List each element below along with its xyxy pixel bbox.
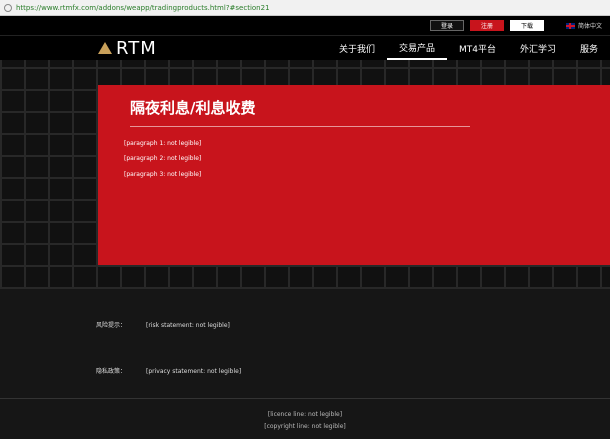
language-label: 简体中文 [577, 23, 602, 30]
nav-mt4[interactable]: MT4平台 [447, 36, 508, 60]
main-navbar: RTM 关于我们 交易产品 MT4平台 外汇学习 服务 [0, 35, 610, 60]
privacy-row: 隐私政策： [privacy statement: not legible] [96, 367, 606, 376]
page-title: 隔夜利息/利息收费 [130, 97, 470, 127]
nav-forex-learning[interactable]: 外汇学习 [508, 36, 568, 60]
license-text: [licence line: not legible] [267, 411, 343, 418]
risk-text: [risk statement: not legible] [146, 322, 230, 329]
content-panel: 隔夜利息/利息收费 [paragraph 1: not legible] [pa… [98, 85, 610, 265]
nav-trading-products[interactable]: 交易产品 [386, 36, 447, 60]
register-button[interactable]: 注册 [469, 20, 504, 31]
footer: 风险提示： [risk statement: not legible] 隐私政策… [0, 289, 610, 439]
risk-row: 风险提示： [risk statement: not legible] [96, 321, 606, 330]
browser-address-bar: https://www.rtmfx.com/addons/weapp/tradi… [0, 0, 610, 16]
nav-about[interactable]: 关于我们 [327, 36, 387, 60]
copyright-text: [copyright line: not legible] [264, 423, 346, 430]
paragraph-1: [paragraph 1: not legible] [124, 140, 202, 147]
download-button[interactable]: 下载 [509, 20, 544, 31]
risk-label: 风险提示： [96, 322, 127, 329]
logo[interactable]: RTM [98, 38, 157, 59]
footer-divider [0, 398, 610, 399]
logo-text: RTM [116, 37, 157, 59]
top-utility-bar: 登录 注册 下载 简体中文 [0, 16, 610, 35]
address-url[interactable]: https://www.rtmfx.com/addons/weapp/tradi… [16, 4, 606, 12]
paragraph-3: [paragraph 3: not legible] [124, 170, 202, 178]
nav-service[interactable]: 服务 [568, 36, 610, 60]
login-button[interactable]: 登录 [429, 20, 464, 31]
hero-section: 隔夜利息/利息收费 [paragraph 1: not legible] [pa… [0, 60, 610, 289]
paragraph-2: [paragraph 2: not legible] [124, 155, 202, 163]
nav-menu: 关于我们 交易产品 MT4平台 外汇学习 服务 [327, 36, 610, 60]
logo-triangle-icon [98, 42, 112, 54]
privacy-text: [privacy statement: not legible] [146, 368, 242, 375]
language-selector[interactable]: 简体中文 [565, 21, 602, 30]
back-icon[interactable] [4, 3, 12, 12]
privacy-label: 隐私政策： [96, 368, 127, 375]
uk-flag-icon [565, 22, 575, 29]
